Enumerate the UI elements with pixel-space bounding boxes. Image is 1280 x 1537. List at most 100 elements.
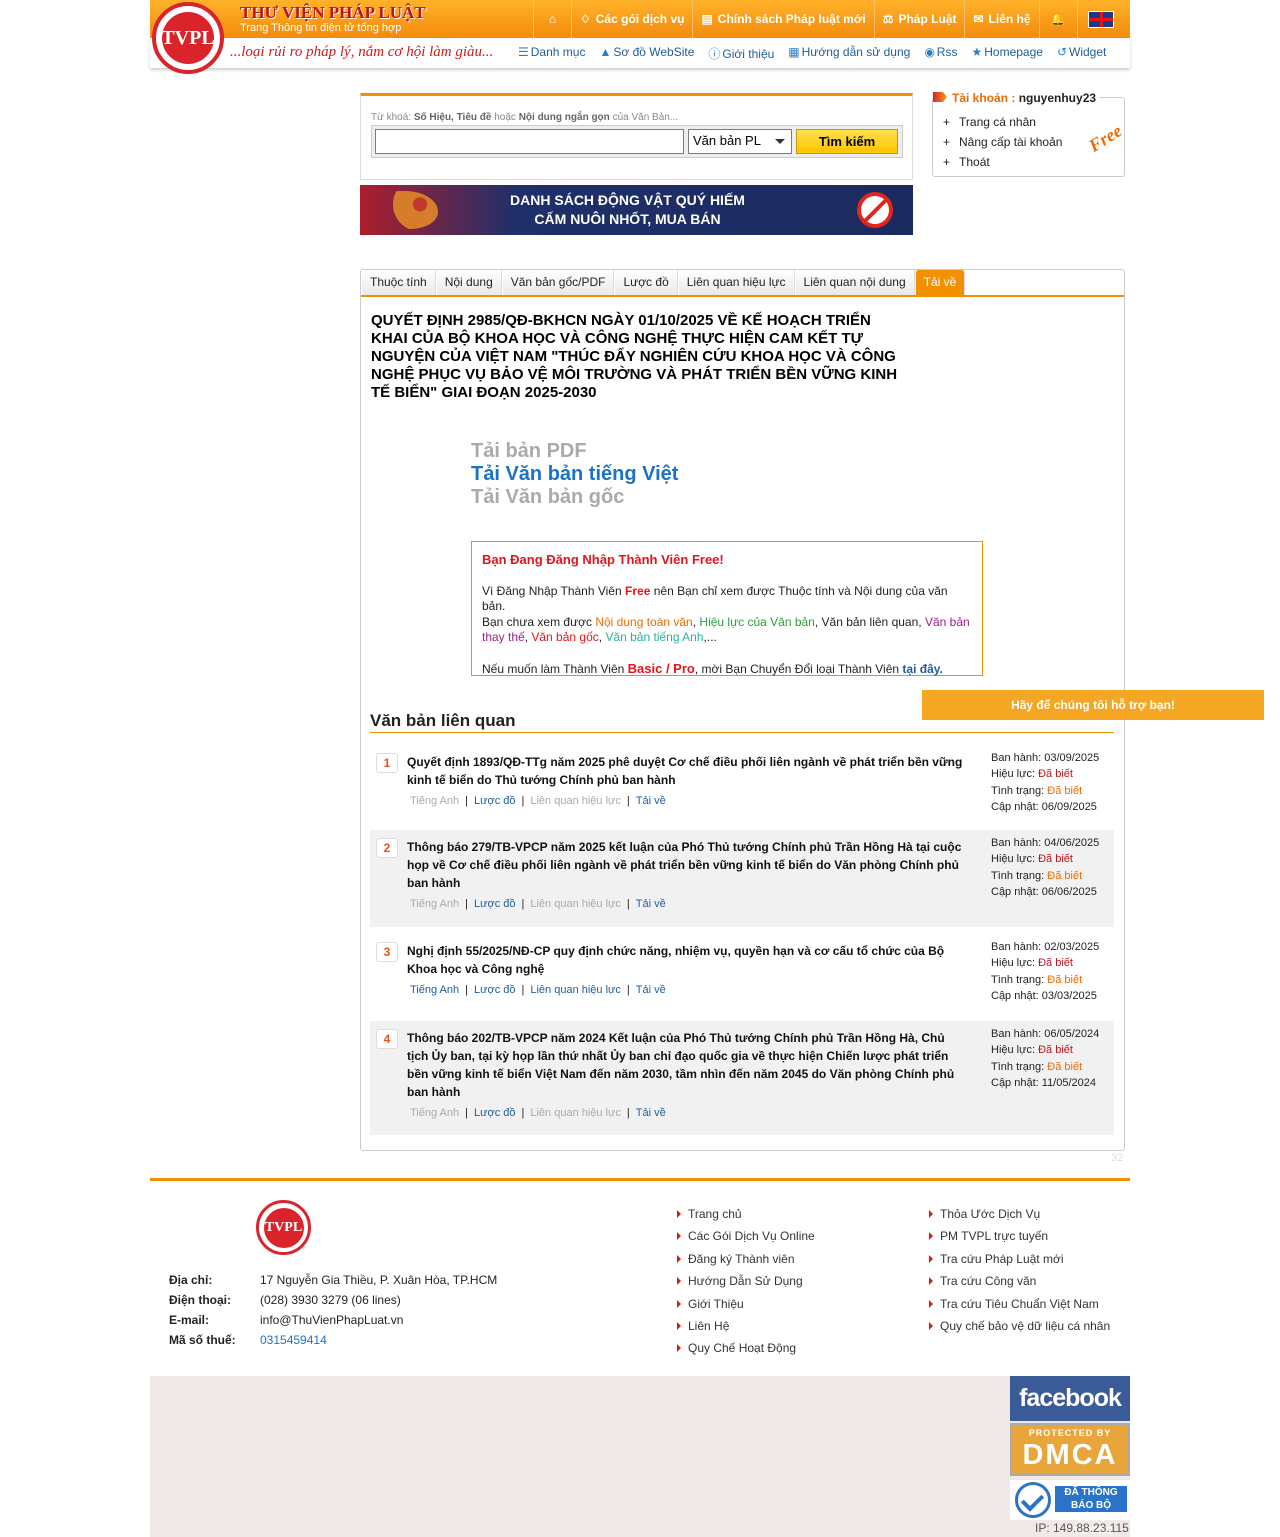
footer-link[interactable]: Các Gói Dịch Vụ Online	[677, 1225, 815, 1247]
footer-link[interactable]: Tra cứu Tiêu Chuẩn Việt Nam	[929, 1293, 1110, 1315]
meta-value: Đã biết	[1038, 1044, 1073, 1057]
facebook-badge[interactable]: facebook	[1010, 1376, 1130, 1421]
related-heading: Văn bản liên quan	[370, 711, 1114, 733]
meta-value: 06/09/2025	[1041, 800, 1097, 813]
nav-services-label: Các gói dịch vụ	[595, 12, 685, 26]
nav-new-policy-label: Chính sách Pháp luật mới	[717, 12, 866, 26]
related-link[interactable]: Tải về	[636, 795, 666, 807]
subnav-guide[interactable]: ▦ Hướng dẫn sử dụng	[788, 45, 910, 62]
related-link[interactable]: Tiếng Anh	[410, 795, 459, 807]
related-link[interactable]: Liên quan hiệu lực	[530, 984, 621, 996]
subnav-categories[interactable]: ☰ Danh mục	[518, 45, 585, 62]
meta-issued: Ban hành: 04/06/2025	[991, 835, 1099, 851]
related-link[interactable]: Tải về	[636, 1107, 666, 1119]
site-logo[interactable]: TVPL	[152, 2, 224, 74]
footer-link[interactable]: Hướng Dẫn Sử Dụng	[677, 1270, 815, 1292]
account-item-logout[interactable]: + Thoát	[943, 152, 1062, 172]
footer-link[interactable]: Đăng ký Thành viên	[677, 1248, 815, 1270]
related-title-link[interactable]: Nghị định 55/2025/NĐ-CP quy định chức nă…	[407, 942, 969, 978]
link-separator: |	[465, 898, 468, 910]
search-input[interactable]	[375, 129, 684, 154]
footer-link[interactable]: Giới Thiệu	[677, 1293, 815, 1315]
nav-language[interactable]	[1076, 0, 1125, 38]
related-title-link[interactable]: Quyết định 1893/QĐ-TTg năm 2025 phê duyệ…	[407, 753, 969, 789]
promo-banner[interactable]: DANH SÁCH ĐỘNG VẬT QUÝ HIẾM CẤM NUÔI NHỐ…	[360, 185, 913, 235]
tab-content[interactable]: Nội dung	[435, 270, 502, 295]
nav-contact[interactable]: ✉ Liên hệ	[964, 0, 1038, 38]
search-box: Từ khoá: Số Hiệu, Tiêu đề hoặc Nội dung …	[360, 93, 913, 180]
tax-link[interactable]: 0315459414	[260, 1333, 327, 1347]
info-icon: ⓘ	[708, 47, 721, 61]
item-number: 1	[376, 753, 398, 773]
hint-bold-2: Nội dung ngắn gọn	[518, 112, 610, 123]
footer-link[interactable]: Thỏa Ước Dịch Vụ	[929, 1203, 1110, 1225]
bct-badge[interactable]: ĐÃ THÔNG BÁO BỘ CÔNG THƯƠNG	[1010, 1480, 1130, 1537]
nav-law[interactable]: ⚖ Pháp Luật	[873, 0, 965, 38]
subnav-about[interactable]: ⓘ Giới thiệu	[708, 45, 774, 62]
doc-tabs: Thuộc tính Nội dung Văn bản gốc/PDF Lược…	[361, 270, 1124, 297]
dmca-badge[interactable]: PROTECTED BY DMCA	[1010, 1423, 1130, 1476]
related-link[interactable]: Tiếng Anh	[410, 1107, 459, 1119]
ip-address: IP: 149.88.23.115	[1035, 1521, 1129, 1535]
download-pdf-link[interactable]: Tải bản PDF	[471, 440, 678, 463]
related-link[interactable]: Lược đồ	[474, 898, 516, 910]
doc-type-select[interactable]: Văn bản PL	[688, 129, 792, 154]
banner-line-2: CẤM NUÔI NHỐT, MUA BÁN	[534, 211, 721, 227]
related-link[interactable]: Lược đồ	[474, 795, 516, 807]
tab-properties[interactable]: Thuộc tính	[361, 270, 436, 295]
notice-plans: Basic / Pro	[627, 660, 695, 676]
footer-link[interactable]: Quy chế bảo vệ dữ liệu cá nhân	[929, 1315, 1110, 1337]
related-link[interactable]: Tải về	[636, 984, 666, 996]
related-link[interactable]: Liên quan hiệu lực	[530, 795, 621, 807]
link-separator: |	[521, 984, 525, 996]
tab-related-effect[interactable]: Liên quan hiệu lực	[677, 270, 795, 295]
tab-original-pdf[interactable]: Văn bản gốc/PDF	[501, 270, 615, 295]
upgrade-link[interactable]: tại đây.	[902, 662, 942, 676]
tab-related-content[interactable]: Liên quan nội dung	[794, 270, 915, 295]
notice-free: Free	[625, 583, 651, 598]
subnav-widget[interactable]: ↺ Widget	[1057, 45, 1106, 62]
download-original-link[interactable]: Tải Văn bản gốc	[471, 486, 678, 509]
meta-label: Tình trạng:	[991, 869, 1045, 882]
related-link[interactable]: Lược đồ	[474, 1107, 516, 1119]
meta-effect: Hiệu lực: Đã biết	[991, 766, 1099, 782]
footer-link[interactable]: Tra cứu Pháp Luật mới	[929, 1248, 1110, 1270]
nav-services[interactable]: ♢ Các gói dịch vụ	[571, 0, 692, 38]
notice-paragraph-1: Vì Đăng Nhập Thành Viên Free nên Bạn chỉ…	[482, 584, 972, 615]
subnav-rss[interactable]: ◉ Rss	[924, 45, 957, 62]
subnav-sitemap[interactable]: ▲ Sơ đồ WebSite	[599, 45, 694, 62]
subnav-label: Sơ đồ WebSite	[613, 45, 695, 59]
footer-link[interactable]: Tra cứu Công văn	[929, 1270, 1110, 1292]
notice-english: Văn bản tiếng Anh	[605, 630, 704, 644]
related-link[interactable]: Liên quan hiệu lực	[530, 1107, 621, 1119]
footer-link[interactable]: PM TVPL trực tuyến	[929, 1225, 1110, 1247]
related-link[interactable]: Lược đồ	[474, 984, 516, 996]
account-item-profile[interactable]: + Trang cá nhân	[943, 112, 1062, 132]
nav-new-policy[interactable]: ▤ Chính sách Pháp luật mới	[692, 0, 873, 38]
footer-link[interactable]: Quy Chế Hoạt Động	[677, 1337, 815, 1359]
tab-download[interactable]: Tải về	[914, 270, 966, 295]
tab-diagram[interactable]: Lược đồ	[614, 270, 678, 295]
footer-logo[interactable]: TVPL	[256, 1200, 311, 1255]
search-button[interactable]: Tìm kiếm	[796, 129, 898, 154]
subnav-homepage[interactable]: ★ Homepage	[971, 45, 1042, 62]
email-link[interactable]: info@ThuVienPhapLuat.vn	[260, 1313, 403, 1327]
meta-value: Đã biết	[1047, 973, 1083, 986]
download-vietnamese-link[interactable]: Tải Văn bản tiếng Việt	[471, 463, 678, 486]
footer: TVPL Địa chỉ: 17 Nguyễn Gia Thiều, P. Xuâ…	[150, 1178, 1130, 1376]
brand-name[interactable]: THƯ VIỆN PHÁP LUẬT	[240, 3, 426, 23]
related-title-link[interactable]: Thông báo 202/TB-VPCP năm 2024 Kết luận …	[407, 1029, 969, 1101]
related-link[interactable]: Tiếng Anh	[410, 984, 459, 996]
related-title-link[interactable]: Thông báo 279/TB-VPCP năm 2025 kết luận …	[407, 838, 969, 892]
related-link[interactable]: Liên quan hiệu lực	[530, 898, 621, 910]
nav-notifications[interactable]: 🔔	[1038, 0, 1077, 38]
footer-link[interactable]: Liên Hệ	[677, 1315, 815, 1337]
footer-link[interactable]: Trang chủ	[677, 1203, 815, 1225]
meta-label: Tình trạng:	[991, 973, 1045, 986]
account-item-upgrade[interactable]: + Nâng cấp tài khoản	[943, 132, 1062, 152]
nav-home[interactable]: ⌂	[533, 0, 571, 38]
related-link[interactable]: Tải về	[636, 898, 666, 910]
related-link[interactable]: Tiếng Anh	[410, 898, 459, 910]
uk-flag-icon	[1088, 10, 1115, 28]
account-item-label: Thoát	[959, 155, 990, 169]
